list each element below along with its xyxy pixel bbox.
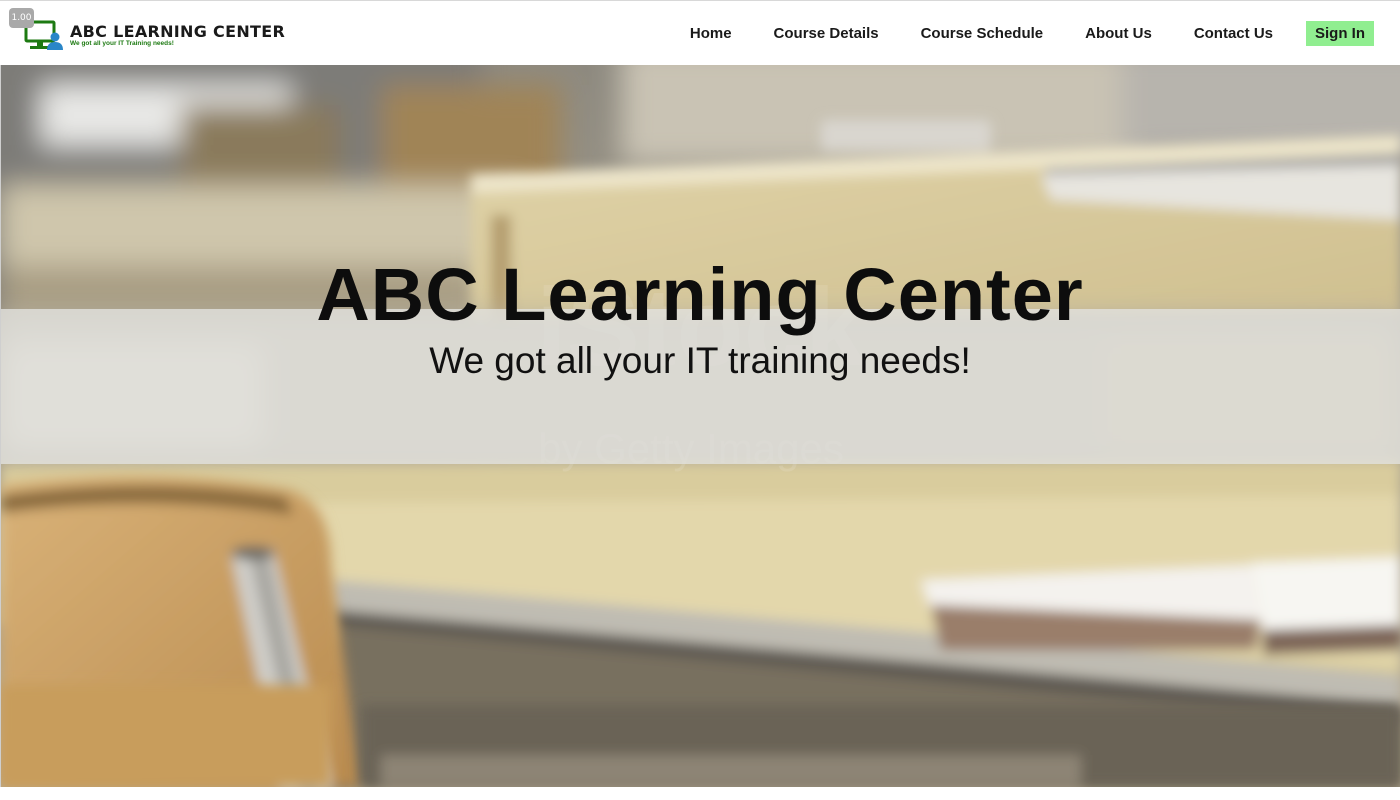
- logo-title: ABC LEARNING CENTER: [70, 22, 286, 41]
- page-bottom-gap: [0, 787, 1400, 800]
- site-header: 1.00 ABC LEARNING CENTER We got all your…: [0, 0, 1400, 65]
- main-nav: Home Course Details Course Schedule Abou…: [690, 1, 1374, 66]
- zoom-level-badge: 1.00: [9, 8, 34, 28]
- nav-course-details[interactable]: Course Details: [774, 25, 879, 42]
- nav-home[interactable]: Home: [690, 25, 732, 42]
- sign-in-button[interactable]: Sign In: [1306, 21, 1374, 46]
- page: 1.00 ABC LEARNING CENTER We got all your…: [0, 0, 1400, 800]
- nav-about-us[interactable]: About Us: [1085, 25, 1152, 42]
- hero-section: iStock by Getty Images: [0, 65, 1400, 787]
- hero-title: ABC Learning Center: [316, 253, 1084, 336]
- nav-contact-us[interactable]: Contact Us: [1194, 25, 1273, 42]
- hero-subtitle: We got all your IT training needs!: [429, 340, 971, 381]
- site-logo[interactable]: ABC LEARNING CENTER We got all your IT T…: [24, 19, 304, 53]
- nav-course-schedule[interactable]: Course Schedule: [921, 25, 1044, 42]
- logo-tagline: We got all your IT Training needs!: [70, 40, 174, 47]
